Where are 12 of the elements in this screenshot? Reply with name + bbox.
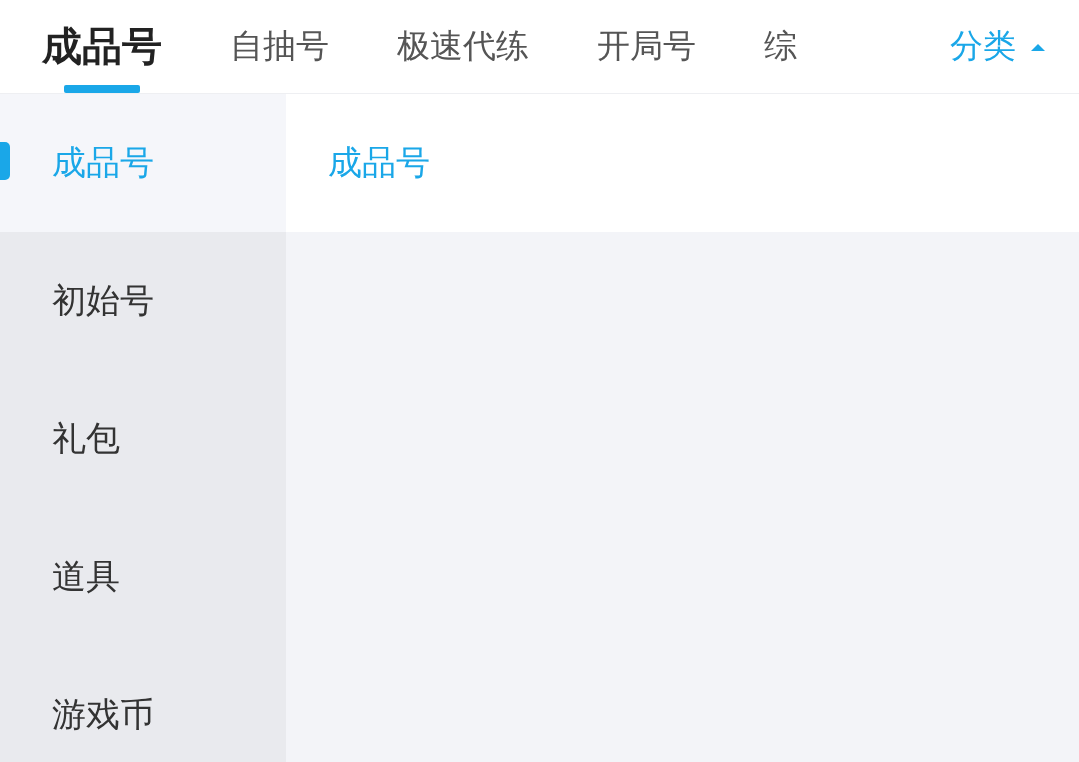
selection-indicator	[0, 142, 10, 180]
category-tab[interactable]: 自抽号	[230, 0, 329, 93]
category-tab[interactable]: 综	[764, 0, 797, 93]
category-tab[interactable]: 成品号	[42, 0, 162, 93]
section-heading: 成品号	[328, 141, 430, 184]
caret-icon	[1030, 41, 1046, 52]
sidebar-item[interactable]: 礼包	[0, 370, 286, 508]
sidebar-item[interactable]: 游戏币	[0, 646, 286, 762]
category-tab[interactable]: 极速代练	[397, 0, 529, 93]
sidebar-item[interactable]: 道具	[0, 508, 286, 646]
category-tab[interactable]: 开局号	[597, 0, 696, 93]
sidebar-item[interactable]: 初始号	[0, 232, 286, 370]
